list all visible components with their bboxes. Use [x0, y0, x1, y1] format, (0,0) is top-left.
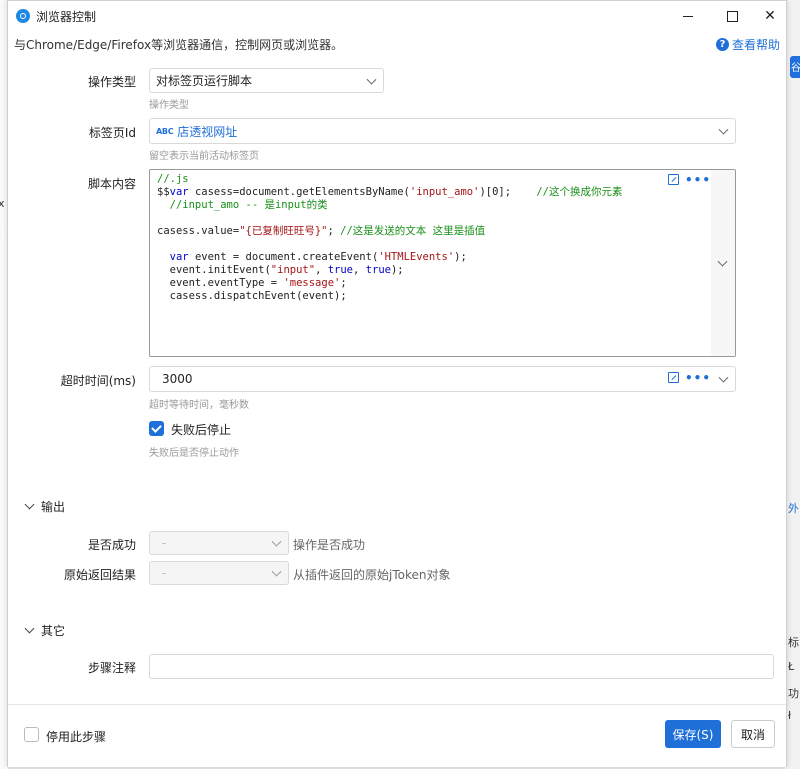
script-editor[interactable]: //.js $$var casess=document.getElementsB…: [149, 169, 736, 357]
minimize-icon: [683, 15, 693, 17]
raw-result-select[interactable]: -: [149, 561, 289, 585]
cancel-button[interactable]: 取消: [731, 720, 775, 748]
browser-icon: [16, 9, 30, 23]
form-content: 操作类型 对标签页运行脚本 操作类型 标签页Id ABC 店透视网址 留空表示当…: [8, 61, 786, 701]
description-text: 与Chrome/Edge/Firefox等浏览器通信，控制网页或浏览器。: [14, 37, 344, 52]
timeout-hint: 超时等待时间，毫秒数: [149, 400, 249, 411]
success-select[interactable]: -: [149, 531, 289, 555]
window-title: 浏览器控制: [36, 9, 97, 24]
timeout-label: 超时时间(ms): [60, 374, 136, 388]
dialog-window: 浏览器控制 ✕ 与Chrome/Edge/Firefox等浏览器通信，控制网页或…: [7, 0, 787, 767]
stop-on-fail-label[interactable]: 失败后停止: [171, 421, 231, 438]
expand-editor-icon[interactable]: [668, 372, 679, 383]
op-type-select[interactable]: 对标签页运行脚本: [149, 68, 384, 93]
chevron-down-icon: [271, 566, 282, 577]
title-bar: 浏览器控制 ✕: [8, 1, 786, 31]
tab-id-value: 店透视网址: [177, 124, 238, 139]
more-icon[interactable]: •••: [685, 372, 711, 384]
background-text: i: [0, 226, 1, 239]
stop-on-fail-checkbox[interactable]: [149, 421, 164, 436]
script-label: 脚本内容: [87, 177, 136, 191]
maximize-icon: [726, 10, 738, 22]
script-tools: •••: [668, 174, 711, 186]
timeout-tools: •••: [668, 372, 711, 384]
timeout-value: 3000: [162, 372, 193, 386]
chevron-down-icon: [24, 623, 35, 634]
timeout-input[interactable]: 3000: [149, 366, 736, 392]
dialog-footer: 停用此步骤 保存(S) 取消: [8, 704, 786, 767]
help-label: 查看帮助: [731, 38, 780, 52]
background-text: Ł: [788, 660, 795, 673]
chevron-down-icon: [718, 372, 729, 383]
help-icon: ?: [715, 38, 729, 51]
disable-step-checkbox[interactable]: [24, 727, 39, 742]
note-input[interactable]: [149, 654, 774, 679]
tab-id-label: 标签页Id: [88, 126, 136, 140]
output-section-title: 输出: [41, 500, 66, 514]
background-app-right: 谷 外 标 Ł 功 ł: [785, 0, 800, 769]
background-text: ł: [788, 709, 792, 722]
note-label: 步骤注释: [87, 661, 136, 675]
other-section-title: 其它: [41, 624, 66, 638]
tab-id-select[interactable]: ABC 店透视网址: [149, 118, 736, 144]
expand-editor-icon[interactable]: [668, 174, 679, 185]
output-section-header[interactable]: 输出: [22, 498, 65, 515]
help-link[interactable]: ? 查看帮助: [715, 36, 780, 53]
background-text: 功: [788, 687, 799, 700]
chevron-down-icon: [718, 124, 729, 135]
disable-step-label[interactable]: 停用此步骤: [46, 728, 106, 745]
op-type-hint: 操作类型: [149, 100, 189, 111]
op-type-label: 操作类型: [87, 75, 136, 89]
raw-result-value: -: [162, 566, 167, 580]
chevron-down-icon: [366, 74, 377, 85]
background-tab: 谷: [790, 56, 800, 78]
background-text: 标: [788, 636, 799, 649]
op-type-value: 对标签页运行脚本: [156, 74, 253, 88]
save-button[interactable]: 保存(S): [665, 720, 721, 748]
success-value: -: [162, 536, 167, 550]
text-type-icon: ABC: [156, 126, 174, 136]
chevron-down-icon: [24, 499, 35, 510]
other-section-header[interactable]: 其它: [22, 622, 65, 639]
script-code[interactable]: //.js $$var casess=document.getElementsB…: [157, 173, 623, 303]
raw-result-label: 原始返回结果: [63, 568, 136, 582]
success-label: 是否成功: [87, 538, 136, 552]
background-text: 外: [788, 502, 799, 515]
close-button[interactable]: ✕: [748, 1, 792, 31]
success-desc: 操作是否成功: [293, 538, 366, 552]
stop-on-fail-hint: 失败后是否停止动作: [149, 448, 239, 459]
description-row: 与Chrome/Edge/Firefox等浏览器通信，控制网页或浏览器。 ? 查…: [8, 31, 786, 57]
more-icon[interactable]: •••: [685, 174, 711, 186]
raw-result-desc: 从插件返回的原始jToken对象: [293, 568, 451, 582]
minimize-button[interactable]: [666, 1, 710, 31]
close-icon: ✕: [764, 8, 776, 24]
tab-id-hint: 留空表示当前活动标签页: [149, 151, 259, 162]
background-text: x: [0, 197, 5, 210]
chevron-down-icon: [271, 536, 282, 547]
